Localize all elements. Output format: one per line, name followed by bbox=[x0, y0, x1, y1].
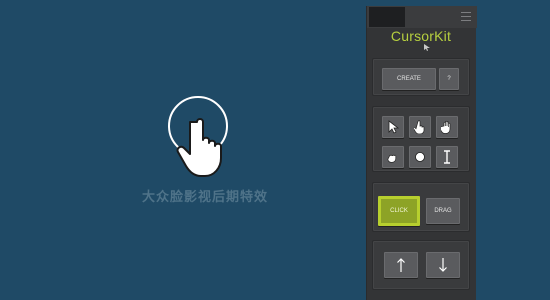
open-hand-icon bbox=[441, 120, 451, 134]
hamburger-menu-icon[interactable] bbox=[461, 12, 471, 22]
arrow-cursor-icon bbox=[388, 120, 399, 134]
dot-cursor-icon bbox=[415, 152, 425, 162]
move-up-button[interactable] bbox=[384, 252, 418, 278]
grab-hand-icon bbox=[387, 154, 397, 163]
tool-grab-button[interactable] bbox=[382, 146, 404, 168]
logo-pointer-icon bbox=[424, 44, 430, 51]
tool-arrow-button[interactable] bbox=[382, 116, 404, 138]
drag-button[interactable]: DRAG bbox=[426, 198, 460, 224]
watermark-text: 大众脸影视后期特效 bbox=[141, 190, 268, 205]
create-button[interactable]: CREATE bbox=[382, 68, 436, 90]
tool-open-hand-button[interactable] bbox=[436, 116, 458, 138]
tool-dot-button[interactable] bbox=[409, 146, 431, 168]
tool-text-button[interactable] bbox=[436, 146, 458, 168]
panel-tab[interactable] bbox=[369, 7, 405, 27]
hand-pointer-circle-icon bbox=[168, 96, 228, 177]
click-button[interactable]: CLICK bbox=[378, 196, 420, 226]
arrow-up-icon bbox=[397, 258, 405, 272]
tool-pointer-button[interactable] bbox=[409, 116, 431, 138]
app-logo: CursorKit bbox=[390, 28, 452, 44]
move-down-button[interactable] bbox=[426, 252, 460, 278]
pointer-hand-icon bbox=[414, 120, 425, 134]
help-button[interactable]: ? bbox=[439, 68, 459, 90]
arrow-down-icon bbox=[439, 258, 447, 272]
text-ibeam-icon bbox=[444, 150, 450, 164]
panel-header bbox=[367, 6, 477, 28]
preview-canvas: 大众脸影视后期特效 bbox=[0, 0, 366, 300]
